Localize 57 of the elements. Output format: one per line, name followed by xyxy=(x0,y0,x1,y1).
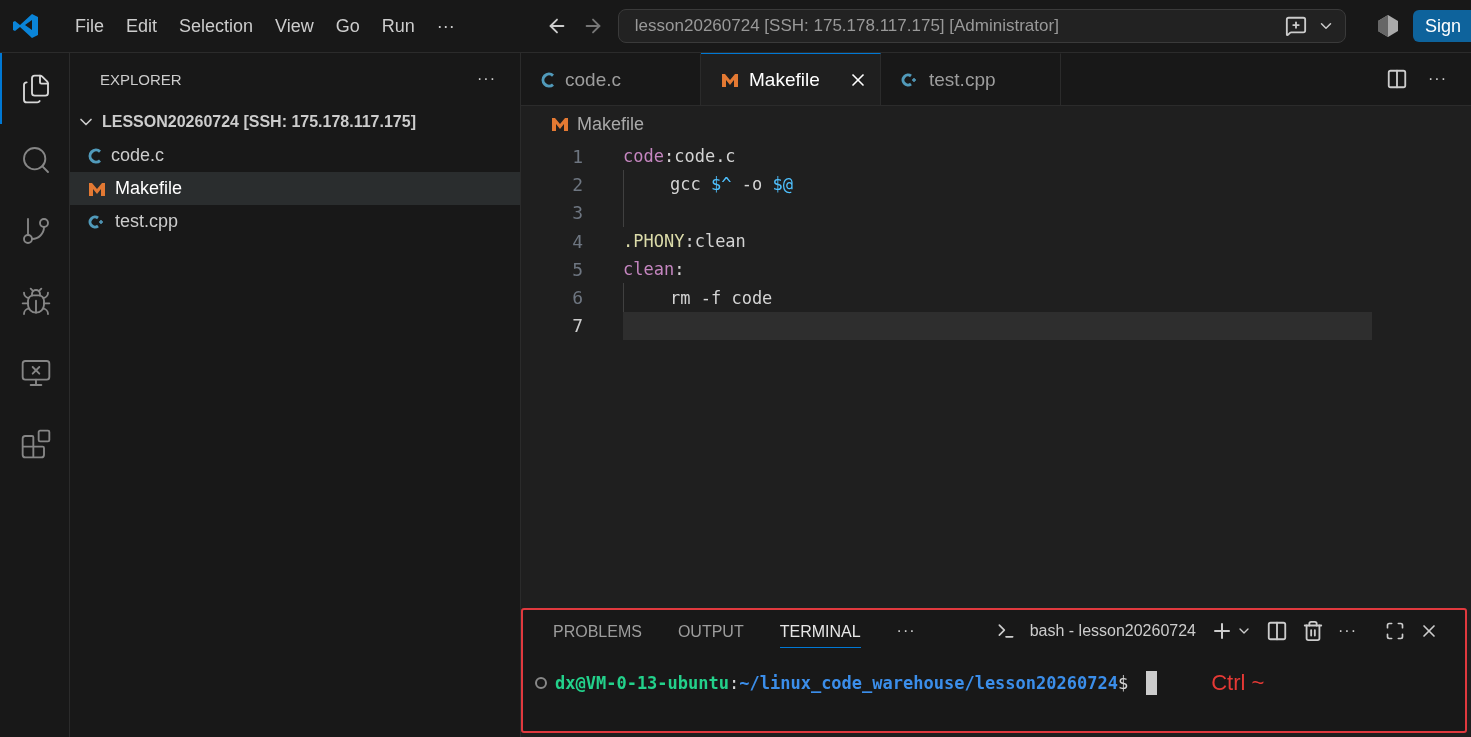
breadcrumb[interactable]: Makefile xyxy=(521,106,1471,142)
explorer-entry[interactable]: code.c xyxy=(70,139,520,172)
command-center[interactable]: lesson20260724 [SSH: 175.178.117.175] [Administrator] xyxy=(617,9,1346,43)
terminal-cursor xyxy=(1146,671,1158,695)
menu-item[interactable]: View xyxy=(264,15,325,37)
extensions-icon xyxy=(19,427,52,460)
explorer-entry[interactable]: Makefile xyxy=(70,172,520,205)
file-type-icon xyxy=(88,213,106,230)
code-line: code:code.c xyxy=(623,146,736,167)
more-actions-button[interactable]: ··· xyxy=(896,622,916,640)
sidebar-title: EXPLORER xyxy=(100,70,182,88)
file-type-icon xyxy=(721,71,739,88)
menu-item[interactable]: Run xyxy=(370,15,426,37)
menu-item[interactable]: Edit xyxy=(115,15,169,37)
line-number: 6 xyxy=(571,287,583,309)
code-line: gcc $^ -o $@ xyxy=(670,174,793,195)
menu-item[interactable]: ··· xyxy=(425,15,466,37)
code-line: clean: xyxy=(623,259,685,280)
file-type-icon xyxy=(901,71,919,88)
menu-item[interactable]: Go xyxy=(324,15,371,37)
maximize-icon[interactable] xyxy=(1385,621,1405,641)
folder-row[interactable]: LESSON20260724 [SSH: 175.178.117.175] xyxy=(70,105,520,139)
more-actions-button[interactable]: ··· xyxy=(1338,622,1357,640)
line-number: 1 xyxy=(571,145,583,167)
split-terminal-icon[interactable] xyxy=(1266,620,1288,642)
line-number: 4 xyxy=(571,230,583,252)
line-number: 5 xyxy=(571,258,583,280)
split-editor-icon[interactable] xyxy=(1386,68,1408,90)
command-center-text: lesson20260724 [SSH: 175.178.117.175] [Administrator] xyxy=(634,16,1060,36)
panel-tab[interactable]: PROBLEMS xyxy=(553,614,642,648)
bug-icon xyxy=(19,285,52,318)
panel-tab[interactable]: TERMINAL xyxy=(779,614,861,648)
line-number: 7 xyxy=(571,315,583,337)
file-type-icon xyxy=(88,180,106,197)
menu-item[interactable]: File xyxy=(64,15,115,37)
editor-tab[interactable]: Makefile xyxy=(701,53,881,105)
terminal-name[interactable]: bash - lesson20260724 xyxy=(1029,622,1196,640)
more-actions-button[interactable]: ··· xyxy=(1428,70,1447,88)
explorer-entry[interactable]: test.cpp xyxy=(70,205,520,238)
menu-item[interactable]: Selection xyxy=(168,15,265,37)
terminal-prompt: dx@VM-0-13-ubuntu:~/linux_code_warehouse/lesson20260724$ xyxy=(555,673,1129,693)
file-type-icon xyxy=(88,147,102,164)
sign-in-button[interactable]: Sign xyxy=(1412,10,1471,42)
annotation-text: Ctrl ~ xyxy=(1211,670,1265,696)
chat-icon[interactable] xyxy=(1284,15,1307,37)
code-line: .PHONY:clean xyxy=(623,231,746,252)
code-line: rm -f code xyxy=(670,287,773,308)
more-actions-button[interactable]: ··· xyxy=(477,70,496,88)
line-number: 2 xyxy=(571,173,583,195)
line-number: 3 xyxy=(571,202,583,224)
status-dot-icon xyxy=(535,677,547,689)
trash-icon[interactable] xyxy=(1302,620,1324,642)
account-cube-icon[interactable] xyxy=(1376,14,1399,38)
app-logo-icon[interactable] xyxy=(12,12,40,40)
panel-tab[interactable]: OUTPUT xyxy=(677,614,744,648)
file-type-icon xyxy=(541,71,555,88)
file-type-icon xyxy=(551,116,569,132)
